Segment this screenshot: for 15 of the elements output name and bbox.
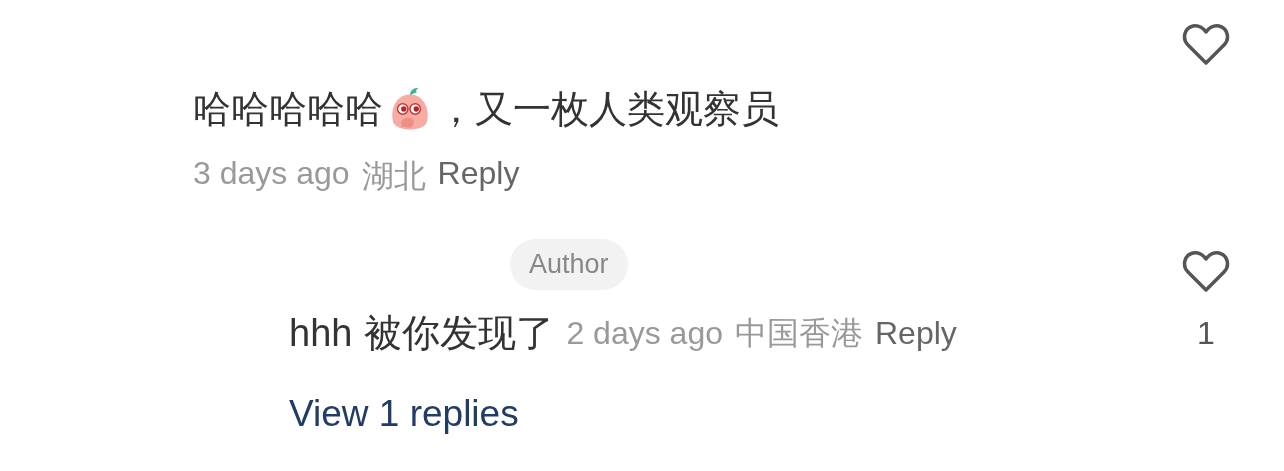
reply-time: 2 days ago [566,315,723,352]
reply-user: hhh [289,312,353,355]
author-badge: Author [510,239,628,290]
heart-icon[interactable] [1182,249,1230,293]
comment-text: ，又一枚人类观察员 [437,87,779,132]
view-replies-link[interactable]: View 1 replies [289,393,519,435]
reply-text: 被你发现了 [364,311,555,356]
like-count: 1 [1197,315,1215,352]
comment-location: 湖北 [361,157,426,196]
reply-location: 中国香港 [734,313,863,353]
reply-link[interactable]: Reply [874,315,957,352]
comment-text: 哈哈哈哈哈 [193,87,383,132]
heart-icon[interactable] [1182,22,1230,66]
reply-link[interactable]: Reply [437,155,520,199]
comment-time: 3 days ago [193,155,350,193]
